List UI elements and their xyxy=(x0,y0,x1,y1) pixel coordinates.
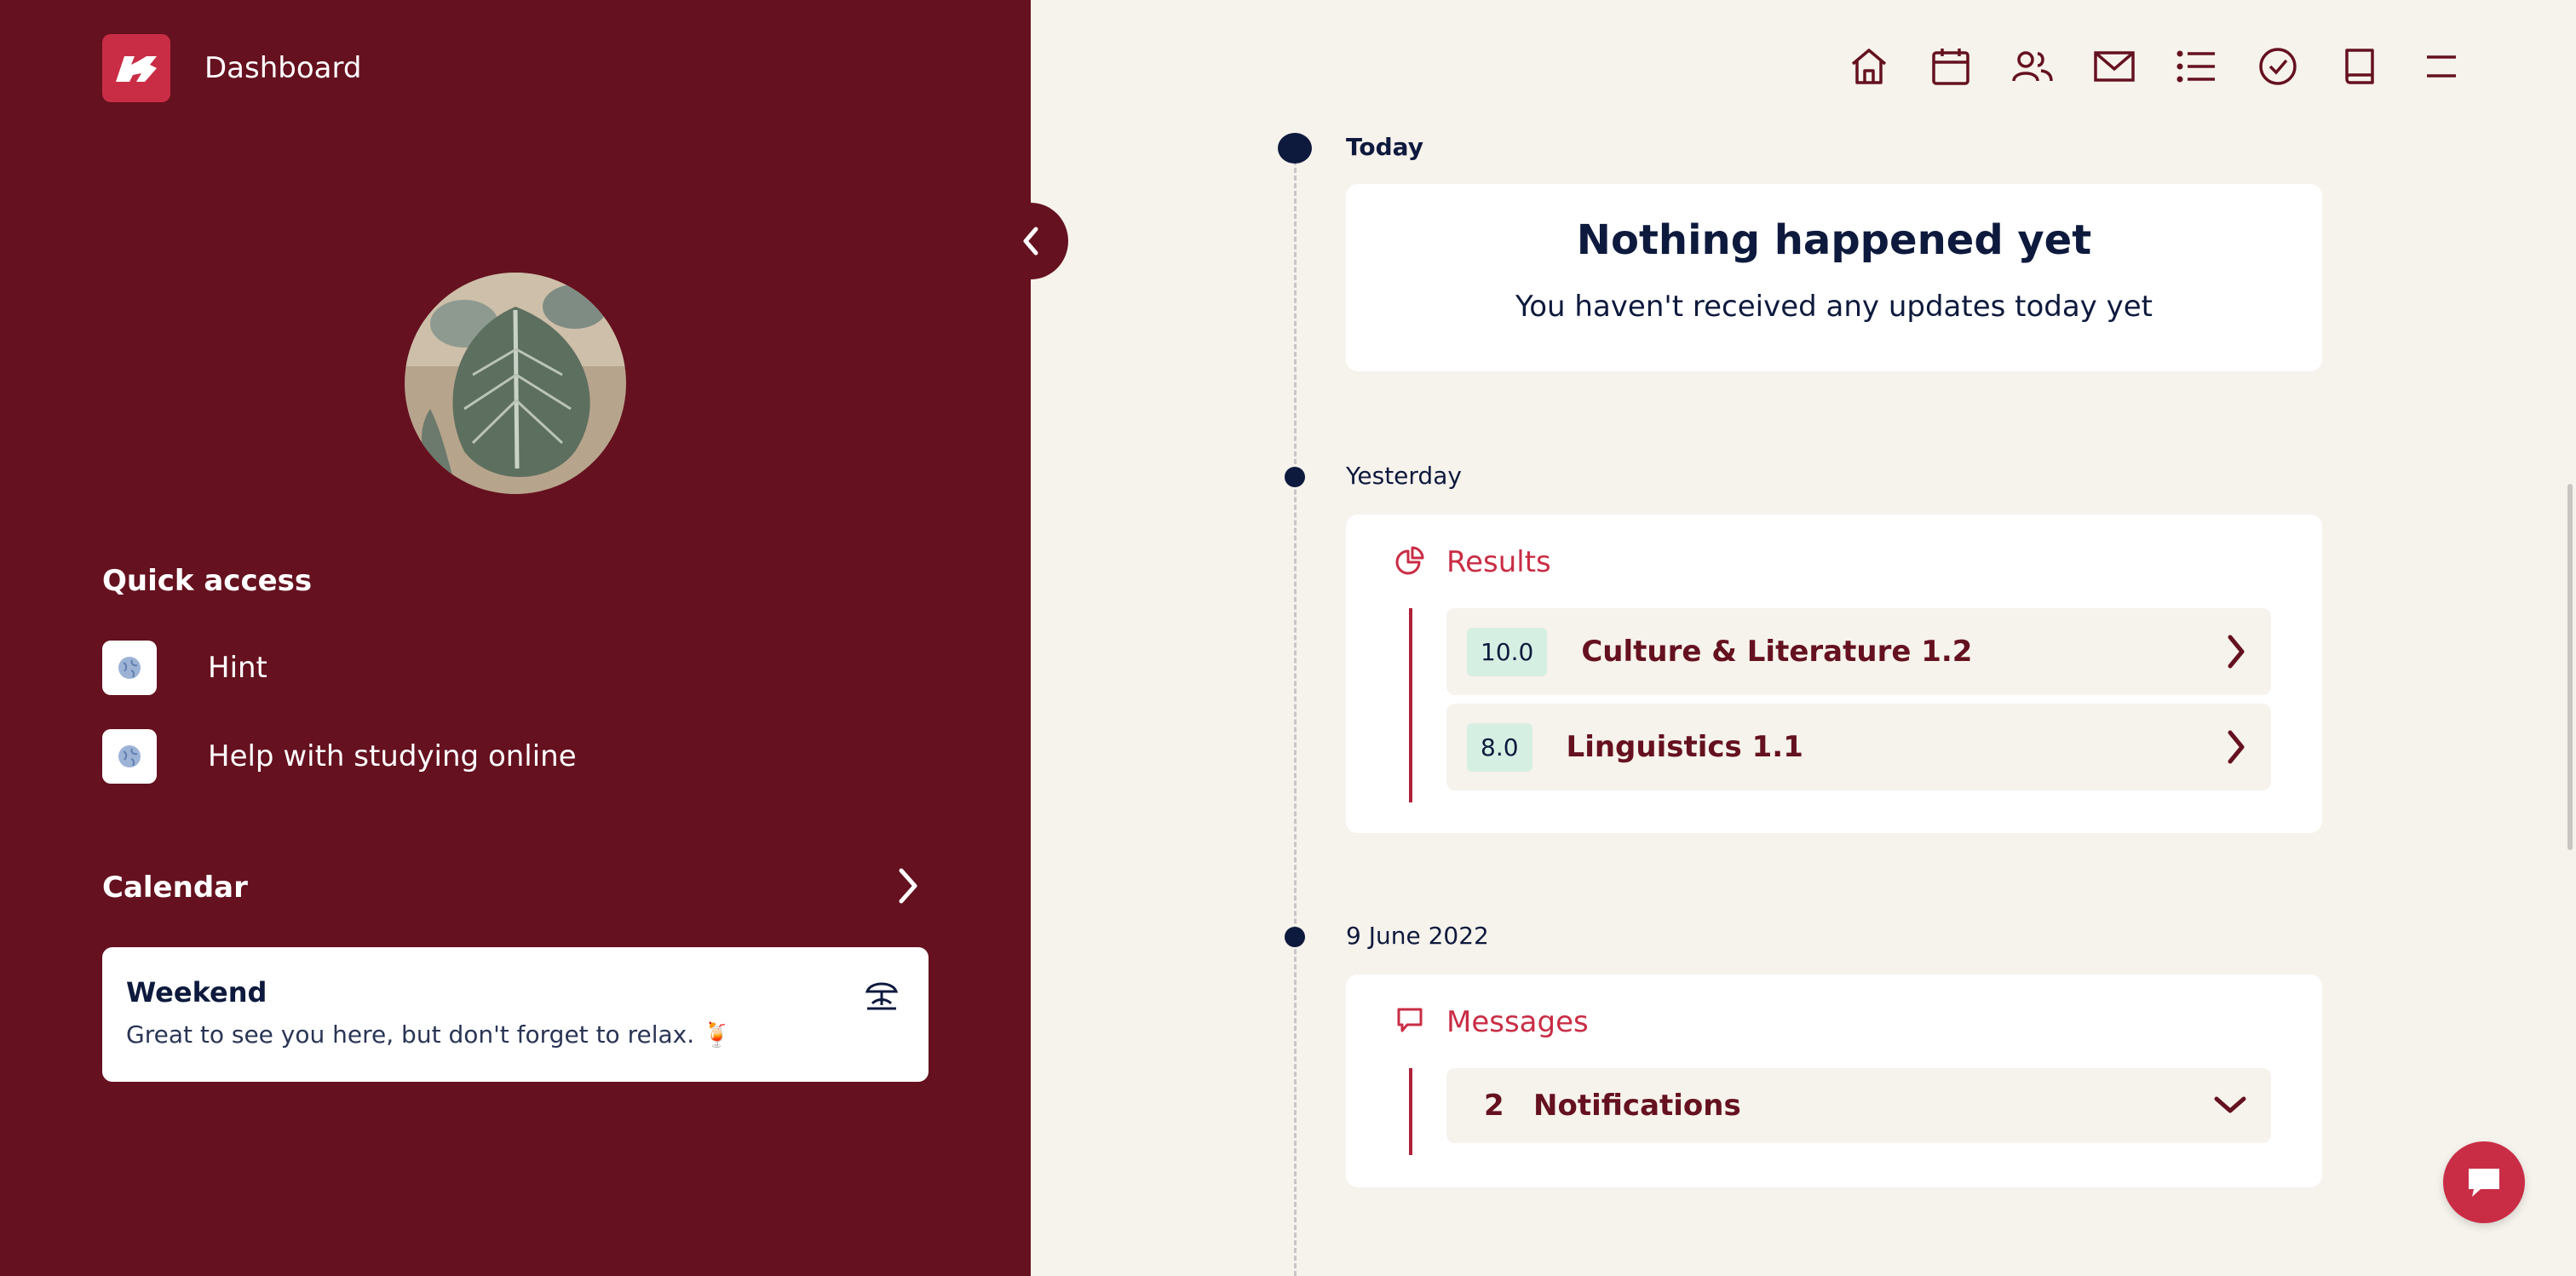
mail-icon[interactable] xyxy=(2090,43,2138,90)
sidebar: Dashboard Quick access Hint Help with st… xyxy=(0,0,1031,1276)
menu-icon[interactable] xyxy=(2418,43,2465,90)
chevron-left-icon xyxy=(1023,227,1038,256)
brand[interactable]: Dashboard xyxy=(102,34,361,102)
chevron-right-icon[interactable] xyxy=(896,867,920,908)
messages-card: Messages 2 Notifications xyxy=(1346,974,2322,1187)
chevron-right-icon xyxy=(2225,729,2247,768)
avatar-image xyxy=(405,273,626,494)
chevron-down-icon xyxy=(2213,1092,2247,1121)
timeline-label-june: 9 June 2022 xyxy=(1346,922,1489,950)
results-label: Results xyxy=(1446,545,1551,579)
course-name: Linguistics 1.1 xyxy=(1566,730,1803,764)
book-icon[interactable] xyxy=(2336,43,2383,90)
course-name: Culture & Literature 1.2 xyxy=(1581,635,1973,669)
notification-count: 2 xyxy=(1484,1089,1504,1123)
grade-badge: 10.0 xyxy=(1467,627,1548,676)
globe-icon xyxy=(102,641,157,695)
quick-access-label: Hint xyxy=(208,651,267,685)
messages-label: Messages xyxy=(1446,1005,1589,1039)
message-icon xyxy=(1395,1006,1424,1038)
avatar[interactable] xyxy=(405,273,626,494)
notifications-row[interactable]: 2 Notifications xyxy=(1446,1068,2271,1143)
quick-access-item-help[interactable]: Help with studying online xyxy=(102,729,577,784)
calendar-heading[interactable]: Calendar xyxy=(102,871,248,905)
pie-chart-icon xyxy=(1395,546,1424,578)
chat-button[interactable] xyxy=(2443,1141,2525,1223)
chat-icon xyxy=(2469,1169,2499,1197)
timeline-dot-june xyxy=(1285,927,1305,947)
results-header: Results xyxy=(1395,545,1551,579)
result-row[interactable]: 10.0 Culture & Literature 1.2 xyxy=(1446,608,2271,695)
result-row[interactable]: 8.0 Linguistics 1.1 xyxy=(1446,704,2271,790)
timeline-dot-today xyxy=(1278,133,1312,164)
beach-umbrella-icon xyxy=(864,978,900,1015)
timeline-line xyxy=(1294,145,1297,1276)
calendar-card-text: Great to see you here, but don't forget … xyxy=(126,1020,732,1049)
check-circle-icon[interactable] xyxy=(2254,43,2302,90)
timeline-label-yesterday: Yesterday xyxy=(1346,462,1462,490)
globe-icon xyxy=(102,729,157,784)
notifications-label: Notifications xyxy=(1533,1089,1741,1123)
scrollbar[interactable] xyxy=(2567,484,2573,850)
empty-state-text: You haven't received any updates today y… xyxy=(1515,290,2153,324)
quick-access-item-hint[interactable]: Hint xyxy=(102,641,267,695)
calendar-card[interactable]: Weekend Great to see you here, but don't… xyxy=(102,947,929,1082)
messages-header: Messages xyxy=(1395,1005,1589,1039)
results-card: Results 10.0 Culture & Literature 1.2 8.… xyxy=(1346,514,2322,833)
home-icon[interactable] xyxy=(1845,43,1893,90)
top-navigation xyxy=(1811,43,2465,90)
quick-access-heading: Quick access xyxy=(102,564,313,598)
app-logo[interactable] xyxy=(102,34,170,102)
list-icon[interactable] xyxy=(2172,43,2220,90)
messages-accent-bar xyxy=(1409,1068,1412,1155)
grade-badge: 8.0 xyxy=(1467,722,1532,772)
empty-state-card: Nothing happened yet You haven't receive… xyxy=(1346,184,2322,371)
timeline-dot-yesterday xyxy=(1285,467,1305,487)
empty-state-title: Nothing happened yet xyxy=(1576,216,2092,264)
people-icon[interactable] xyxy=(2009,43,2056,90)
collapse-sidebar-button[interactable] xyxy=(993,203,1068,279)
sidebar-title: Dashboard xyxy=(204,51,362,85)
chevron-right-icon xyxy=(2225,634,2247,673)
results-accent-bar xyxy=(1409,608,1412,802)
calendar-card-title: Weekend xyxy=(126,976,267,1009)
timeline-label-today: Today xyxy=(1346,133,1423,161)
logo-glyph xyxy=(116,56,157,82)
quick-access-label: Help with studying online xyxy=(208,739,577,773)
calendar-icon[interactable] xyxy=(1927,43,1975,90)
